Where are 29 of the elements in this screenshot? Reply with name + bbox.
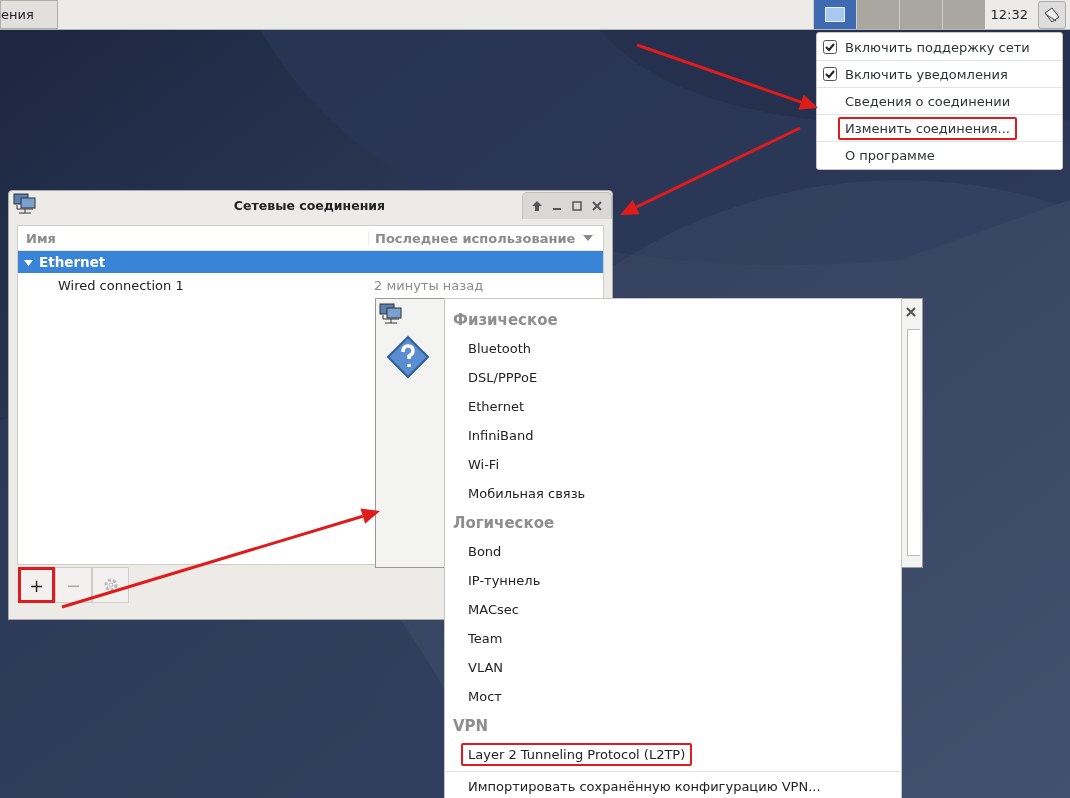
- menu-item[interactable]: Bluetooth: [461, 337, 539, 360]
- menu-item[interactable]: Bond: [461, 540, 509, 563]
- last-used-cell-text: 2 минуты назад: [373, 277, 484, 293]
- menu-item[interactable]: Сведения о соединении: [838, 89, 1018, 113]
- group-row[interactable]: Ethernet: [18, 251, 603, 273]
- menu-item[interactable]: MACsec: [461, 598, 526, 621]
- menu-section-title: VPN: [453, 716, 489, 735]
- taskbar-button[interactable]: ения: [0, 0, 58, 29]
- menu-item[interactable]: Layer 2 Tunneling Protocol (L2TP): [461, 743, 693, 766]
- menu-item[interactable]: Импортировать сохранённую конфигурацию VPN...: [468, 779, 821, 794]
- window-title: Сетевые соединения: [232, 197, 387, 213]
- menu-item[interactable]: IP-туннель: [461, 569, 548, 592]
- menu-item[interactable]: Изменить соединения...: [838, 116, 1017, 140]
- menu-item[interactable]: Wi-Fi: [461, 453, 506, 476]
- menu-item[interactable]: DSL/PPPoE: [461, 366, 545, 389]
- connection-name[interactable]: Wired connection 1: [18, 277, 368, 293]
- menu-item[interactable]: Team: [461, 627, 510, 650]
- menu-item[interactable]: Мост: [461, 685, 509, 708]
- menu-section-title: Физическое: [453, 310, 558, 329]
- menu-item[interactable]: Ethernet: [461, 395, 531, 418]
- menu-item[interactable]: Включить поддержку сети: [838, 35, 1037, 59]
- clock: 12:32: [990, 7, 1028, 22]
- add-button[interactable]: +: [18, 567, 55, 603]
- menu-item[interactable]: VLAN: [461, 656, 511, 679]
- menu-section-title: Логическое: [453, 513, 555, 532]
- menu-item[interactable]: Включить уведомления: [838, 62, 1015, 86]
- menu-item[interactable]: Мобильная связь: [461, 482, 593, 505]
- menu-item[interactable]: InfiniBand: [461, 424, 541, 447]
- menu-item[interactable]: О программе: [838, 143, 942, 167]
